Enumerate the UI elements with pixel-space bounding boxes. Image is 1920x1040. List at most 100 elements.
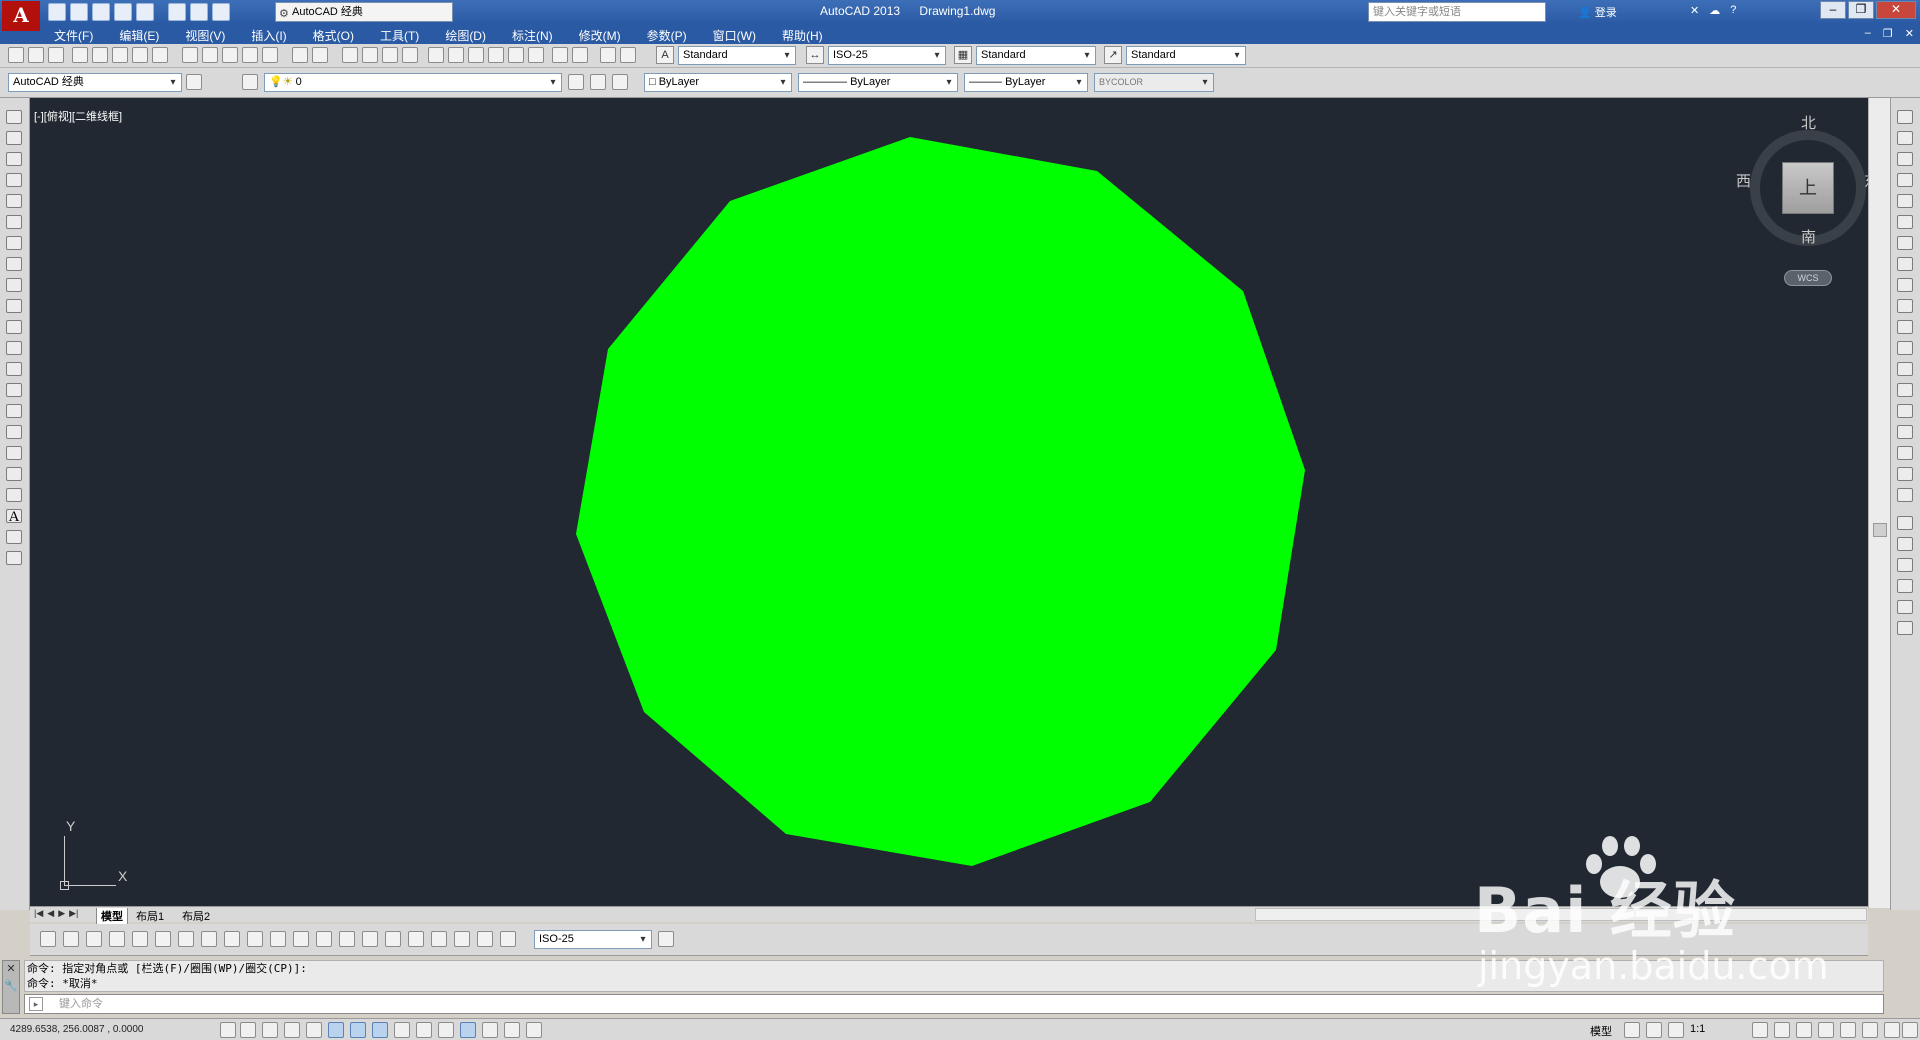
- new-file-icon[interactable]: [48, 3, 66, 21]
- layer-select[interactable]: 💡☀ 0: [264, 73, 562, 92]
- modify-tool-icon[interactable]: [1897, 257, 1913, 271]
- dim-style-icon[interactable]: ↔: [806, 46, 824, 64]
- draw-tool-icon[interactable]: [6, 257, 22, 271]
- restore-button[interactable]: ❐: [1848, 1, 1874, 19]
- standard-tool-icon[interactable]: [508, 47, 524, 63]
- status-toggle-icon[interactable]: [416, 1022, 432, 1038]
- workspace-select[interactable]: AutoCAD 经典: [8, 73, 182, 92]
- draw-tool-icon[interactable]: [6, 215, 22, 229]
- menu-item[interactable]: 标注(N): [512, 27, 553, 44]
- status-toggle-icon[interactable]: [1774, 1022, 1790, 1038]
- linetype-select[interactable]: ———— ByLayer: [798, 73, 958, 92]
- modify-tool-icon[interactable]: [1897, 236, 1913, 250]
- modify-tool-icon[interactable]: [1897, 110, 1913, 124]
- standard-tool-icon[interactable]: [600, 47, 616, 63]
- drawing-canvas[interactable]: [-][俯视][二维线框] Y X 上 北 南 西 东 WCS: [30, 98, 1868, 906]
- standard-tool-icon[interactable]: [620, 47, 636, 63]
- draw-tool-icon[interactable]: [6, 173, 22, 187]
- scrollbar-thumb[interactable]: [1873, 523, 1887, 537]
- tab-last-icon[interactable]: ▶|: [69, 908, 78, 919]
- standard-tool-icon[interactable]: [428, 47, 444, 63]
- menu-item[interactable]: 编辑(E): [119, 27, 159, 44]
- wcs-menu-button[interactable]: WCS: [1784, 270, 1832, 286]
- compass-north[interactable]: 北: [1801, 112, 1816, 133]
- status-toggle-icon[interactable]: [1862, 1022, 1878, 1038]
- draw-tool-icon[interactable]: [6, 446, 22, 460]
- open-file-icon[interactable]: [70, 3, 88, 21]
- table-style-icon[interactable]: ▦: [954, 46, 972, 64]
- search-input[interactable]: 键入关键字或短语: [1368, 2, 1546, 22]
- dimension-tool-icon[interactable]: [270, 931, 286, 947]
- draw-tool-icon[interactable]: [6, 341, 22, 355]
- standard-tool-icon[interactable]: [342, 47, 358, 63]
- save-as-icon[interactable]: [114, 3, 132, 21]
- standard-tool-icon[interactable]: [488, 47, 504, 63]
- customize-command-icon[interactable]: 🔧: [3, 978, 19, 995]
- dimension-tool-icon[interactable]: [385, 931, 401, 947]
- standard-tool-icon[interactable]: [182, 47, 198, 63]
- menu-item[interactable]: 绘图(D): [445, 27, 486, 44]
- filled-polygon[interactable]: [576, 137, 1305, 866]
- dim-style-select-bottom[interactable]: ISO-25: [534, 930, 652, 949]
- viewcube-face-top[interactable]: 上: [1782, 162, 1834, 214]
- plot-icon[interactable]: [168, 3, 186, 21]
- modify-tool-icon[interactable]: [1897, 299, 1913, 313]
- command-prompt-icon[interactable]: ▸: [29, 997, 43, 1011]
- redo-icon[interactable]: [212, 3, 230, 21]
- doc-minimize-button[interactable]: –: [1865, 27, 1871, 40]
- annotation-scale[interactable]: 1:1: [1690, 1023, 1705, 1035]
- canvas-horizontal-scrollbar[interactable]: [1255, 908, 1867, 921]
- minimize-button[interactable]: –: [1820, 1, 1846, 19]
- status-toggle-icon[interactable]: [240, 1022, 256, 1038]
- doc-restore-button[interactable]: ❐: [1883, 27, 1893, 40]
- dimension-tool-icon[interactable]: [224, 931, 240, 947]
- status-toggle-icon[interactable]: [1752, 1022, 1768, 1038]
- close-command-icon[interactable]: ✕: [3, 961, 19, 978]
- tab-layout2[interactable]: 布局2: [182, 908, 210, 924]
- modify-tool-icon[interactable]: [1897, 467, 1913, 481]
- close-button[interactable]: ✕: [1876, 1, 1916, 19]
- standard-tool-icon[interactable]: [552, 47, 568, 63]
- status-toggle-icon[interactable]: [306, 1022, 322, 1038]
- modify-tool-icon[interactable]: [1897, 173, 1913, 187]
- status-toggle-icon[interactable]: [350, 1022, 366, 1038]
- application-menu-button[interactable]: A: [2, 1, 40, 31]
- standard-tool-icon[interactable]: [72, 47, 88, 63]
- dimension-tool-icon[interactable]: [408, 931, 424, 947]
- menu-item[interactable]: 修改(M): [579, 27, 621, 44]
- layer-state-icon[interactable]: [612, 74, 628, 90]
- standard-tool-icon[interactable]: [132, 47, 148, 63]
- modify-tool-icon[interactable]: [1897, 152, 1913, 166]
- make-current-layer-icon[interactable]: [568, 74, 584, 90]
- draw-tool-icon[interactable]: [6, 320, 22, 334]
- dimension-tool-icon[interactable]: [247, 931, 263, 947]
- menu-item[interactable]: 参数(P): [647, 27, 687, 44]
- standard-tool-icon[interactable]: [202, 47, 218, 63]
- draw-tool-icon[interactable]: [6, 278, 22, 292]
- modify-tool-icon[interactable]: [1897, 516, 1913, 530]
- menu-item[interactable]: 视图(V): [185, 27, 225, 44]
- draw-tool-icon[interactable]: [6, 362, 22, 376]
- dimension-tool-icon[interactable]: [500, 931, 516, 947]
- dimension-tool-icon[interactable]: [431, 931, 447, 947]
- lineweight-select[interactable]: ——— ByLayer: [964, 73, 1088, 92]
- tab-layout1[interactable]: 布局1: [136, 908, 164, 924]
- draw-tool-icon[interactable]: [6, 488, 22, 502]
- menu-item[interactable]: 帮助(H): [782, 27, 823, 44]
- modify-tool-icon[interactable]: [1897, 215, 1913, 229]
- status-toggle-icon[interactable]: [1884, 1022, 1900, 1038]
- standard-tool-icon[interactable]: [362, 47, 378, 63]
- dimension-tool-icon[interactable]: [109, 931, 125, 947]
- modify-tool-icon[interactable]: [1897, 362, 1913, 376]
- dimension-tool-icon[interactable]: [316, 931, 332, 947]
- status-toggle-icon[interactable]: [1796, 1022, 1812, 1038]
- status-toggle-icon[interactable]: [394, 1022, 410, 1038]
- modify-tool-icon[interactable]: [1897, 488, 1913, 502]
- standard-tool-icon[interactable]: [382, 47, 398, 63]
- command-input[interactable]: ▸ 键入命令: [24, 994, 1884, 1014]
- standard-tool-icon[interactable]: [242, 47, 258, 63]
- status-toggle-icon[interactable]: [1646, 1022, 1662, 1038]
- status-toggle-icon[interactable]: [1902, 1022, 1918, 1038]
- dimension-tool-icon[interactable]: [362, 931, 378, 947]
- status-toggle-icon[interactable]: [526, 1022, 542, 1038]
